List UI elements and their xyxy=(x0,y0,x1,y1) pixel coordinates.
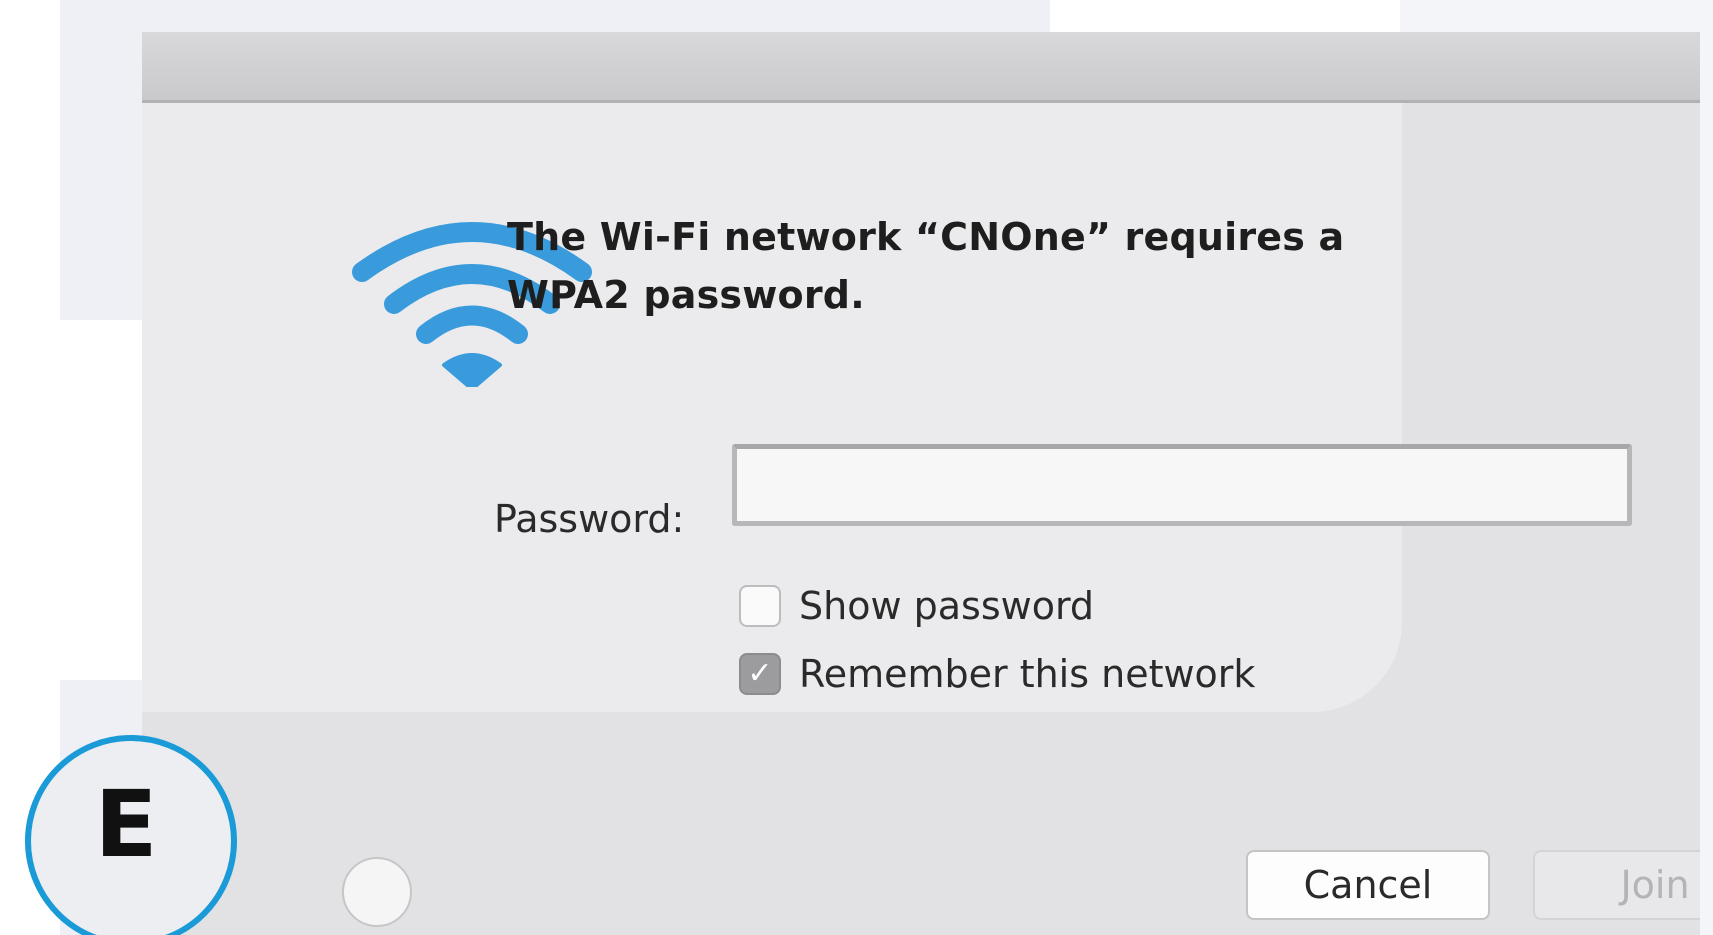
password-field[interactable] xyxy=(732,444,1632,526)
show-password-label: Show password xyxy=(799,584,1095,628)
dialog-message: The Wi-Fi network “CNOne” requires a WPA… xyxy=(507,208,1487,324)
password-label: Password: xyxy=(494,497,685,541)
screenshot-stage: The Wi-Fi network “CNOne” requires a WPA… xyxy=(0,0,1713,935)
help-button[interactable] xyxy=(342,857,412,927)
wifi-dot xyxy=(442,353,502,387)
remember-network-checkbox[interactable]: ✓ xyxy=(739,653,781,695)
remember-network-option[interactable]: ✓ Remember this network xyxy=(739,652,1255,696)
checkmark-icon: ✓ xyxy=(747,656,773,691)
dialog-titlebar[interactable] xyxy=(142,32,1700,103)
show-password-checkbox[interactable] xyxy=(739,585,781,627)
remember-network-label: Remember this network xyxy=(799,652,1256,696)
message-line-1: The Wi-Fi network “CNOne” requires a xyxy=(507,215,1345,259)
wifi-arc-inner xyxy=(416,305,528,344)
show-password-option[interactable]: Show password xyxy=(739,584,1094,628)
step-badge-letter: E xyxy=(94,770,158,878)
step-badge: E xyxy=(25,735,237,935)
cancel-button[interactable]: Cancel xyxy=(1246,850,1490,920)
wifi-password-dialog: The Wi-Fi network “CNOne” requires a WPA… xyxy=(142,32,1700,935)
message-line-2: WPA2 password. xyxy=(507,273,865,317)
join-button[interactable]: Join xyxy=(1533,850,1700,920)
